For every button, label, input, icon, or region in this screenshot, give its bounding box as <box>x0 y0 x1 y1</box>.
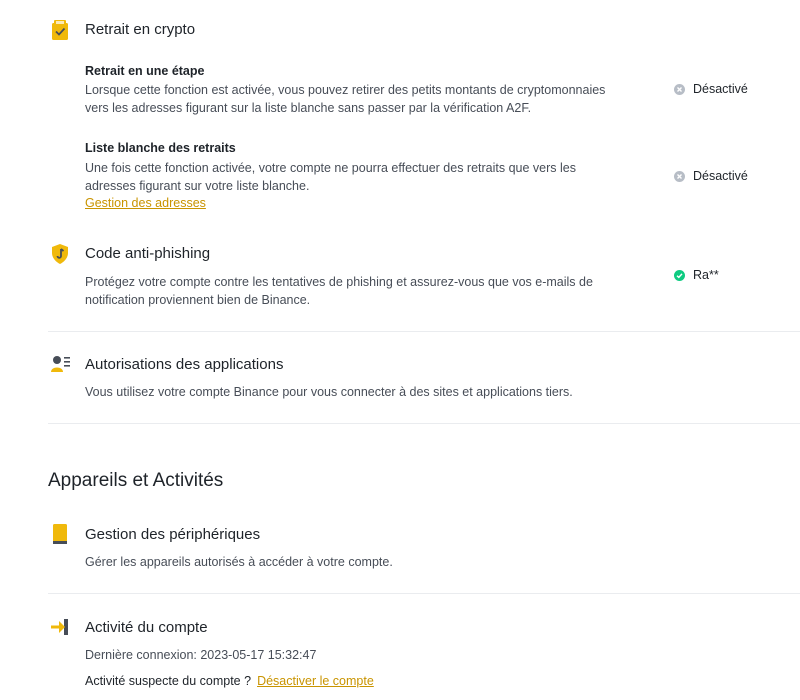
crypto-withdrawal-title: Retrait en crypto <box>85 21 196 38</box>
deactivate-account-link[interactable]: Désactiver le compte <box>257 674 374 688</box>
anti-phishing-status: Ra** <box>674 268 719 282</box>
suspicious-activity-row: Activité suspecte du compte ? Désactiver… <box>85 672 374 690</box>
device-management-title: Gestion des périphériques <box>85 526 261 543</box>
status-label: Désactivé <box>693 169 748 183</box>
disabled-icon <box>674 83 685 95</box>
anti-phishing-icon <box>51 244 69 264</box>
device-management-desc: Gérer les appareils autorisés à accéder … <box>85 555 393 569</box>
section-heading: Appareils et Activités <box>48 470 224 491</box>
desc-line: Lorsque cette fonction est activée, vous… <box>85 83 606 97</box>
status-label: Ra** <box>693 268 719 282</box>
last-login-text: Dernière connexion: 2023-05-17 15:32:47 <box>85 648 317 662</box>
crypto-withdrawal-icon <box>51 20 69 40</box>
desc-line: adresses figurant sur votre liste blanch… <box>85 179 310 193</box>
anti-phishing-desc: Protégez votre compte contre les tentati… <box>85 273 655 309</box>
desc-line: Protégez votre compte contre les tentati… <box>85 275 593 289</box>
app-authorization-title: Autorisations des applications <box>85 356 284 373</box>
whitelist-status: Désactivé <box>674 169 748 183</box>
whitelist-desc: Une fois cette fonction activée, votre c… <box>85 159 655 195</box>
device-management-icon <box>53 524 67 544</box>
suspicious-activity-label: Activité suspecte du compte ? <box>85 674 252 688</box>
divider <box>48 423 800 424</box>
status-label: Désactivé <box>693 82 748 96</box>
desc-line: Une fois cette fonction activée, votre c… <box>85 161 576 175</box>
disabled-icon <box>674 170 685 182</box>
one-step-withdrawal-title: Retrait en une étape <box>85 64 205 78</box>
desc-line: vers les adresses figurant sur la liste … <box>85 101 532 115</box>
divider <box>48 593 800 594</box>
divider <box>48 331 800 332</box>
app-authorization-desc: Vous utilisez votre compte Binance pour … <box>85 385 573 399</box>
check-icon <box>674 269 685 281</box>
one-step-withdrawal-desc: Lorsque cette fonction est activée, vous… <box>85 81 655 117</box>
one-step-status: Désactivé <box>674 82 748 96</box>
app-authorization-icon <box>51 355 71 373</box>
whitelist-title: Liste blanche des retraits <box>85 141 236 155</box>
account-activity-title: Activité du compte <box>85 619 208 636</box>
account-activity-icon <box>51 617 71 637</box>
manage-addresses-link[interactable]: Gestion des adresses <box>85 196 206 210</box>
anti-phishing-title: Code anti-phishing <box>85 245 211 262</box>
desc-line: notification proviennent bien de Binance… <box>85 293 311 307</box>
